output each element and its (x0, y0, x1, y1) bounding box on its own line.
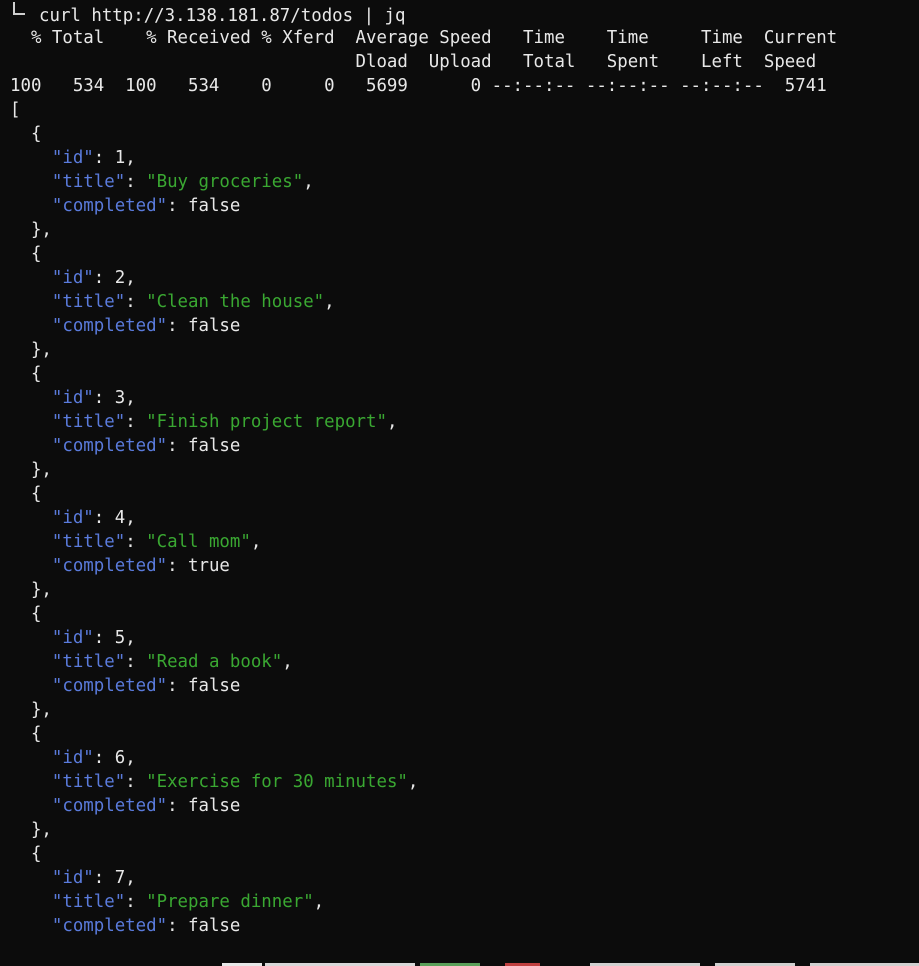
todo-object: { "id": 4, "title": "Call mom", "complet… (30, 484, 262, 600)
id-value: 7 (114, 868, 126, 888)
title-value: "Buy groceries" (146, 172, 304, 192)
todo-object: { "id": 5, "title": "Read a book", "comp… (30, 604, 293, 720)
completed-key: "completed" (51, 796, 168, 816)
id-key: "id" (51, 388, 94, 408)
todo-object: { "id": 7, "title": "Prepare dinner", "c… (30, 844, 325, 936)
command-text: curl http://3.138.181.87/todos | jq (39, 6, 406, 26)
completed-value: false (188, 916, 241, 936)
open-brace: { (30, 484, 42, 504)
todo-object: { "id": 6, "title": "Exercise for 30 min… (30, 724, 419, 840)
title-key: "title" (51, 892, 126, 912)
completed-key: "completed" (51, 556, 168, 576)
completed-key: "completed" (51, 316, 168, 336)
open-brace: { (30, 604, 42, 624)
completed-key: "completed" (51, 436, 168, 456)
id-value: 4 (114, 508, 126, 528)
open-brace: { (30, 244, 42, 264)
progress-values: 100 534 100 534 0 0 5699 0 --:--:-- --:-… (10, 76, 827, 96)
progress-header-2: Dload Upload Total Spent Left Speed (10, 52, 817, 72)
command-line: curl http://3.138.181.87/todos | jq (10, 2, 919, 26)
completed-value: false (188, 436, 241, 456)
open-brace: { (30, 844, 42, 864)
terminal-output[interactable]: curl http://3.138.181.87/todos | jq % To… (10, 2, 919, 938)
title-value: "Clean the house" (146, 292, 325, 312)
close-brace: }, (30, 820, 52, 840)
completed-value: false (188, 676, 241, 696)
title-key: "title" (51, 652, 126, 672)
completed-value: false (188, 196, 241, 216)
todo-list: { "id": 1, "title": "Buy groceries", "co… (10, 122, 919, 938)
completed-key: "completed" (51, 916, 168, 936)
title-value: "Prepare dinner" (146, 892, 314, 912)
id-value: 2 (114, 268, 126, 288)
completed-value: true (188, 556, 230, 576)
title-value: "Exercise for 30 minutes" (146, 772, 408, 792)
todo-object: { "id": 1, "title": "Buy groceries", "co… (30, 124, 314, 240)
close-brace: }, (30, 700, 52, 720)
json-open-bracket: [ (10, 100, 21, 120)
title-value: "Read a book" (146, 652, 283, 672)
close-brace: }, (30, 580, 52, 600)
close-brace: }, (30, 220, 52, 240)
id-key: "id" (51, 268, 94, 288)
close-brace: }, (30, 340, 52, 360)
completed-value: false (188, 796, 241, 816)
open-brace: { (30, 124, 42, 144)
title-value: "Finish project report" (146, 412, 387, 432)
progress-header-1: % Total % Received % Xferd Average Speed… (10, 28, 838, 48)
id-key: "id" (51, 868, 94, 888)
id-key: "id" (51, 628, 94, 648)
id-value: 5 (114, 628, 126, 648)
prompt-corner-icon (13, 2, 25, 15)
id-value: 3 (114, 388, 126, 408)
id-value: 6 (114, 748, 126, 768)
title-key: "title" (51, 772, 126, 792)
title-key: "title" (51, 412, 126, 432)
completed-key: "completed" (51, 676, 168, 696)
todo-object: { "id": 3, "title": "Finish project repo… (30, 364, 398, 480)
todo-object: { "id": 2, "title": "Clean the house", "… (30, 244, 335, 360)
completed-key: "completed" (51, 196, 168, 216)
title-value: "Call mom" (146, 532, 251, 552)
id-key: "id" (51, 748, 94, 768)
open-brace: { (30, 724, 42, 744)
title-key: "title" (51, 532, 126, 552)
close-brace: }, (30, 460, 52, 480)
title-key: "title" (51, 292, 126, 312)
open-brace: { (30, 364, 42, 384)
title-key: "title" (51, 172, 126, 192)
id-key: "id" (51, 508, 94, 528)
id-key: "id" (51, 148, 94, 168)
completed-value: false (188, 316, 241, 336)
id-value: 1 (114, 148, 126, 168)
